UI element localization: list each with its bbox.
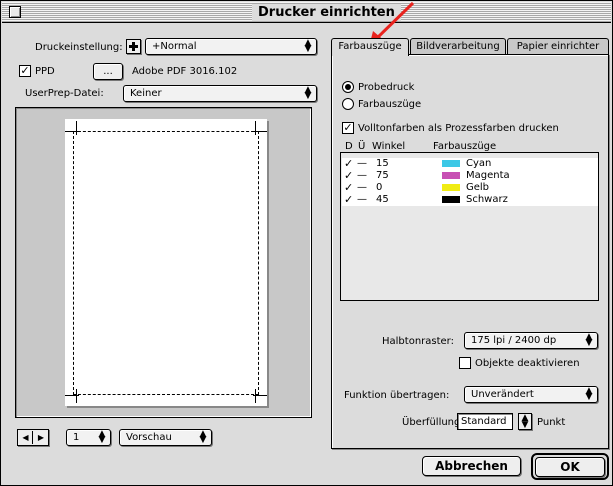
cyan-swatch	[442, 160, 460, 167]
preview-paper	[65, 119, 267, 406]
userprep-label: UserPrep-Datei:	[25, 88, 104, 99]
crop-mark	[76, 121, 77, 135]
popup-arrows-icon: ▲ ▼	[98, 429, 106, 445]
popup-arrows-icon: ▲ ▼	[199, 429, 207, 445]
proof-radio[interactable]	[342, 81, 354, 93]
crop-mark	[76, 389, 77, 403]
ppd-checkbox[interactable]: ✓	[19, 65, 31, 77]
title-bar[interactable]: Drucker einrichten	[2, 2, 611, 23]
ppd-value: Adobe PDF 3016.102	[132, 66, 238, 77]
transfer-label: Funktion übertragen:	[344, 390, 450, 401]
list-item[interactable]: ✓ — 45 Schwarz	[342, 193, 598, 206]
print-setup-window: Drucker einrichten Druckeinstellung: +No…	[0, 0, 613, 486]
view-mode-popup[interactable]: Vorschau ▲ ▼	[119, 429, 212, 446]
halftone-label: Halbtonraster:	[382, 336, 454, 347]
page-preview	[15, 107, 312, 418]
add-setting-icon[interactable]	[126, 39, 141, 54]
print-setting-popup[interactable]: +Normal ▲ ▼	[145, 38, 317, 55]
transfer-popup[interactable]: Unverändert ▲ ▼	[464, 386, 598, 403]
tab-separations[interactable]: Farbauszüge	[331, 38, 409, 56]
plate-name: Schwarz	[466, 194, 508, 205]
proof-radio-label: Probedruck	[358, 82, 415, 93]
popup-arrows-icon: ▲ ▼	[585, 332, 593, 348]
screen-angle: 45	[376, 194, 389, 205]
deactivate-objects-checkbox[interactable]	[459, 357, 471, 369]
spot-to-process-checkbox[interactable]: ✓	[342, 122, 354, 134]
crop-mark	[255, 121, 256, 135]
print-setting-label: Druckeinstellung:	[35, 42, 123, 53]
tab-paper-setup[interactable]: Papier einrichter	[507, 38, 609, 55]
popup-arrows-icon: ▲ ▼	[585, 386, 593, 402]
black-swatch	[442, 196, 460, 203]
spot-to-process-label: Volltonfarben als Prozessfarben drucken	[358, 123, 559, 134]
next-page-icon[interactable]: ▶	[34, 431, 48, 444]
trap-unit-label: Punkt	[537, 417, 566, 428]
userprep-popup[interactable]: Keiner ▲ ▼	[123, 85, 317, 102]
popup-arrows-icon: ▲ ▼	[304, 38, 312, 54]
halftone-popup[interactable]: 175 lpi / 2400 dp ▲ ▼	[464, 332, 598, 349]
separations-radio-label: Farbauszüge	[358, 99, 422, 110]
separations-list[interactable]: ✓ — 15 Cyan ✓ — 75 Magenta ✓ — 0 Gelb ✓ …	[340, 152, 599, 301]
deactivate-objects-label: Objekte deaktivieren	[475, 358, 580, 369]
trap-input[interactable]: Standard	[457, 413, 513, 430]
magenta-swatch	[442, 172, 460, 179]
separations-radio[interactable]	[342, 98, 354, 110]
halftone-dash: —	[357, 194, 367, 205]
ok-button[interactable]: OK	[535, 457, 605, 477]
page-nav-buttons: ◀ ▶	[17, 429, 49, 446]
prev-page-icon[interactable]: ◀	[19, 431, 33, 444]
print-check-icon[interactable]: ✓	[344, 193, 353, 206]
trap-label: Überfüllung:	[402, 417, 464, 428]
cancel-button[interactable]: Abbrechen	[422, 456, 521, 476]
ppd-label: PPD	[35, 66, 55, 77]
yellow-swatch	[442, 184, 460, 191]
trap-stepper[interactable]: ▲ ▼	[518, 413, 532, 430]
crop-mark	[255, 389, 256, 403]
popup-arrows-icon: ▲ ▼	[304, 85, 312, 101]
preview-margin-box	[73, 131, 259, 395]
tab-image-processing[interactable]: Bildverarbeitung	[410, 38, 506, 55]
close-box[interactable]	[9, 6, 21, 18]
page-number-popup[interactable]: 1 ▲ ▼	[66, 429, 111, 446]
ppd-browse-button[interactable]: ...	[93, 63, 123, 80]
